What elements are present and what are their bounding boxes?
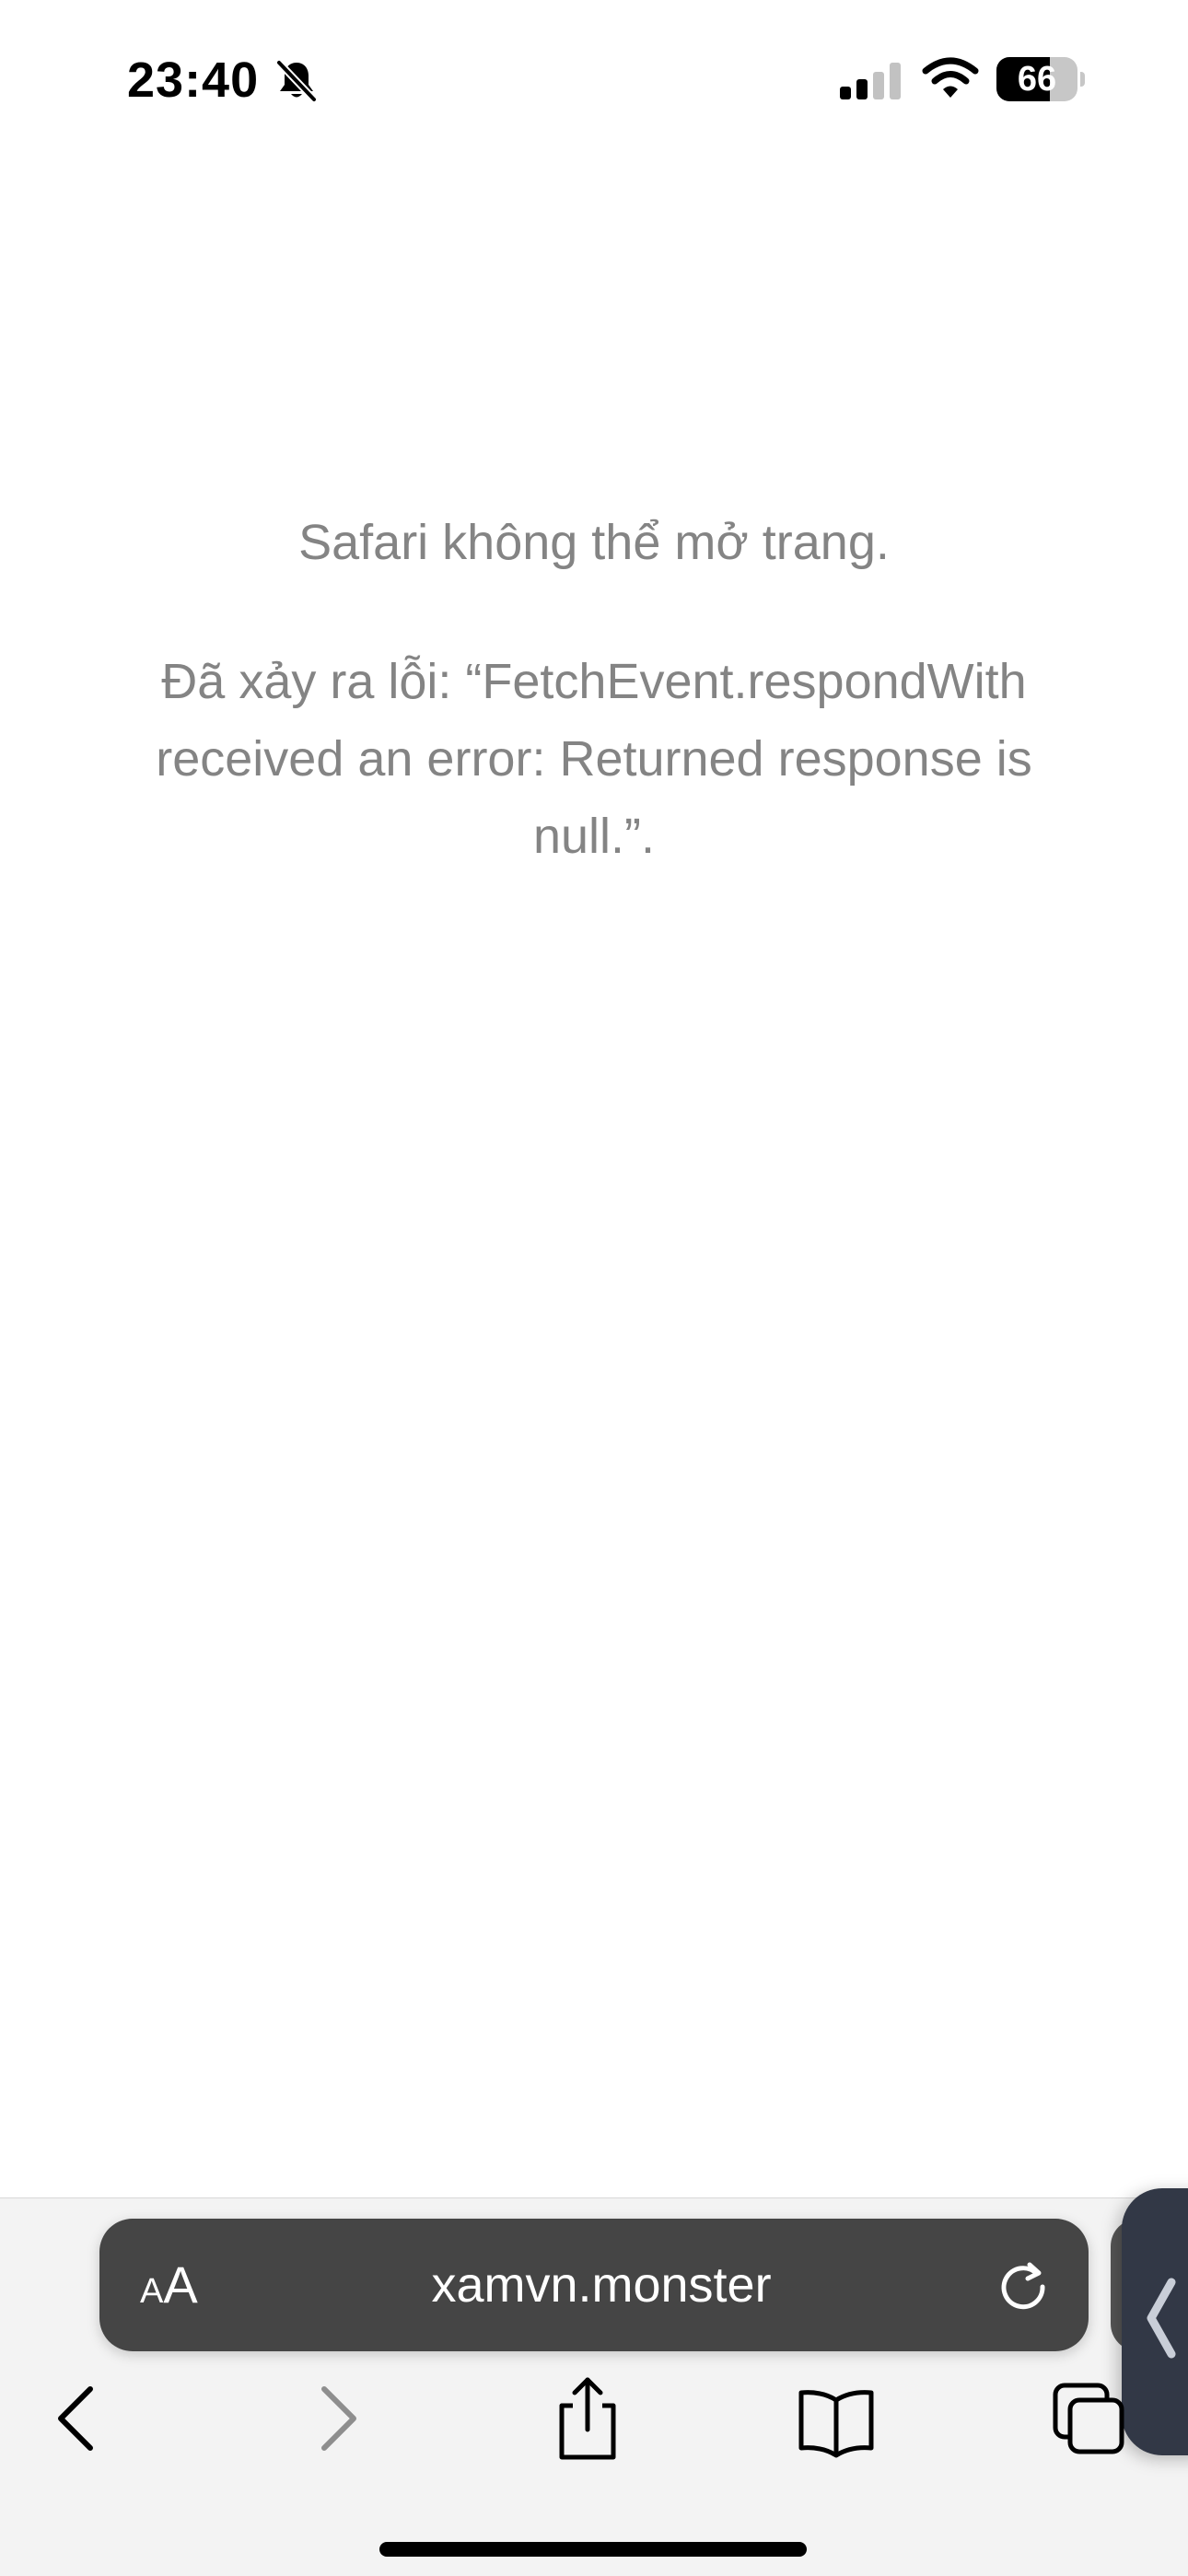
bell-slash-icon xyxy=(273,57,320,105)
forward-button[interactable] xyxy=(291,2372,383,2465)
tabs-icon xyxy=(1053,2383,1124,2454)
battery-body: 66 xyxy=(996,57,1077,101)
chevron-left-icon xyxy=(1140,2277,1181,2360)
status-time: 23:40 xyxy=(127,52,260,108)
status-bar: 23:40 66 xyxy=(0,0,1188,157)
forward-icon xyxy=(321,2386,356,2451)
cellular-signal-icon xyxy=(840,61,904,99)
signal-bar xyxy=(890,63,901,99)
bookmarks-icon xyxy=(798,2390,874,2458)
battery-level: 66 xyxy=(1017,60,1057,99)
battery-cap xyxy=(1080,72,1085,87)
aa-small-label: A xyxy=(140,2272,164,2311)
reader-settings-button[interactable]: AA xyxy=(140,2219,198,2351)
home-indicator[interactable] xyxy=(379,2542,807,2557)
signal-bar xyxy=(856,79,868,99)
bookmarks-button[interactable] xyxy=(790,2372,882,2465)
back-button[interactable] xyxy=(31,2372,123,2465)
back-icon xyxy=(58,2386,93,2451)
battery-icon: 66 xyxy=(996,57,1085,101)
share-button[interactable] xyxy=(542,2372,634,2465)
signal-bar xyxy=(873,72,884,99)
wifi-icon xyxy=(921,57,980,101)
address-bar[interactable]: AA xamvn.monster xyxy=(99,2219,1089,2351)
error-detail: Đã xảy ra lỗi: “FetchEvent.respondWith r… xyxy=(156,654,1032,864)
share-icon xyxy=(559,2377,616,2460)
url-field[interactable]: xamvn.monster xyxy=(284,2219,919,2351)
error-title: Safari không thể mở trang. xyxy=(298,515,890,570)
error-message: Safari không thể mở trang. Đã xảy ra lỗi… xyxy=(111,497,1077,875)
reload-icon[interactable] xyxy=(996,2257,1052,2313)
signal-bar xyxy=(840,87,851,99)
tabs-button[interactable] xyxy=(1042,2372,1135,2465)
aa-large-label: A xyxy=(163,2255,198,2314)
